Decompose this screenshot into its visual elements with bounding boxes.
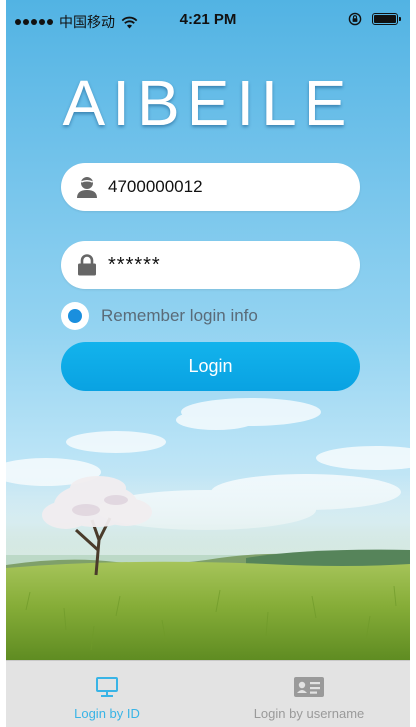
id-card-icon: [293, 674, 325, 700]
password-input[interactable]: [108, 253, 328, 277]
user-icon: [72, 172, 102, 202]
lock-icon: [72, 250, 102, 280]
remember-login-toggle[interactable]: Remember login info: [61, 302, 258, 330]
login-screen: 中国移动 4:21 PM AIBEILE 4700000012 ****** R…: [6, 0, 410, 727]
password-field[interactable]: [61, 241, 360, 289]
radio-selected-dot: [68, 309, 82, 323]
id-field[interactable]: [61, 163, 360, 211]
tab-bar: Login by ID Login by username: [6, 660, 410, 727]
monitor-icon: [95, 674, 119, 700]
tab-login-by-id[interactable]: Login by ID: [6, 661, 208, 727]
remember-radio[interactable]: [61, 302, 89, 330]
status-bar: 中国移动 4:21 PM: [6, 0, 410, 40]
background-scenery: [6, 398, 410, 660]
battery-icon: [372, 13, 401, 25]
app-title: AIBEILE: [62, 67, 354, 139]
tab-label: Login by ID: [74, 706, 140, 721]
id-input[interactable]: [108, 177, 328, 197]
tab-label: Login by username: [253, 706, 365, 721]
tab-login-by-username[interactable]: Login by username: [208, 661, 410, 727]
orientation-lock-icon: [348, 12, 362, 26]
status-right: [348, 12, 401, 26]
remember-label: Remember login info: [101, 306, 258, 325]
